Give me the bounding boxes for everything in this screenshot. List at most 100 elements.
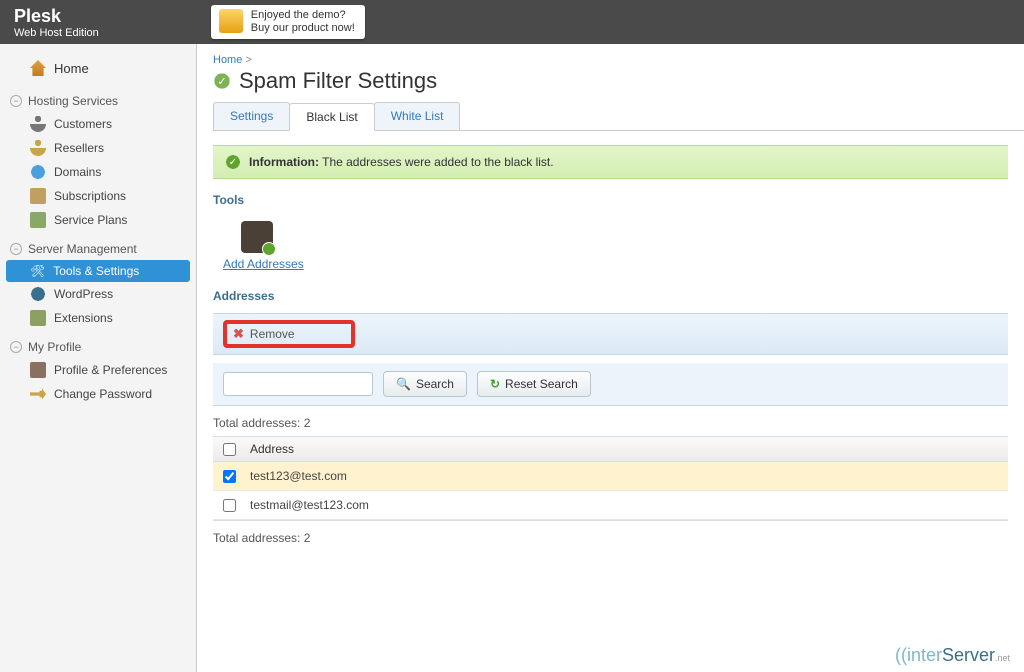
sidebar-item-label: Profile & Preferences [54, 363, 167, 377]
search-btn-label: Search [416, 377, 454, 391]
col-address: Address [250, 442, 294, 456]
check-icon: ✓ [213, 72, 231, 90]
sidebar-item-change-password[interactable]: Change Password [0, 382, 196, 406]
section-label: Server Management [28, 242, 137, 256]
extensions-icon [30, 310, 46, 326]
cart-icon [219, 9, 243, 33]
search-icon: 🔍 [396, 377, 411, 391]
sidebar-item-label: Customers [54, 117, 112, 131]
footer-brand: ((interServer.net [895, 645, 1010, 666]
info-bar: ✓ Information: The addresses were added … [213, 145, 1008, 179]
sidebar: Home − Hosting Services Customers Resell… [0, 44, 197, 672]
resellers-icon [30, 140, 46, 156]
collapse-icon: − [10, 95, 22, 107]
tab-white-list[interactable]: White List [374, 102, 461, 130]
logo-title: Plesk [14, 6, 99, 27]
info-label: Information: [249, 155, 319, 169]
select-all-checkbox[interactable] [223, 443, 236, 456]
table-header: Address [213, 437, 1008, 462]
sidebar-item-customers[interactable]: Customers [0, 112, 196, 136]
sidebar-item-label: Resellers [54, 141, 104, 155]
sidebar-item-wordpress[interactable]: WordPress [0, 282, 196, 306]
demo-line1: Enjoyed the demo? [251, 9, 355, 22]
sidebar-item-label: Service Plans [54, 213, 127, 227]
sidebar-item-label: Domains [54, 165, 101, 179]
sidebar-item-tools-settings[interactable]: 🛠 Tools & Settings [6, 260, 190, 282]
brand-right: Server [942, 645, 995, 665]
sidebar-item-label: WordPress [54, 287, 113, 301]
sidebar-item-subscriptions[interactable]: Subscriptions [0, 184, 196, 208]
sidebar-item-label: Change Password [54, 387, 152, 401]
total-bottom: Total addresses: 2 [197, 521, 1024, 551]
tab-settings[interactable]: Settings [213, 102, 290, 130]
search-input[interactable] [223, 372, 373, 396]
tools-icon: 🛠 [30, 264, 45, 278]
breadcrumb-home[interactable]: Home [213, 54, 242, 66]
table-row[interactable]: test123@test.com [213, 462, 1008, 491]
table-row[interactable]: testmail@test123.com [213, 491, 1008, 520]
sidebar-item-label: Tools & Settings [53, 264, 139, 278]
wordpress-icon [30, 286, 46, 302]
prefs-icon [30, 362, 46, 378]
sidebar-item-label: Extensions [54, 311, 113, 325]
section-label: Hosting Services [28, 94, 118, 108]
success-icon: ✓ [225, 154, 241, 170]
page-title-row: ✓ Spam Filter Settings [197, 68, 1024, 102]
section-hosting[interactable]: − Hosting Services [0, 90, 196, 112]
remove-highlight: ✖ Remove [223, 320, 355, 348]
clipboard-add-icon [241, 221, 273, 253]
main-content: Home > ✓ Spam Filter Settings Settings B… [197, 44, 1024, 672]
tools-label: Tools [197, 179, 1024, 211]
remove-label: Remove [250, 327, 295, 341]
subscriptions-icon [30, 188, 46, 204]
reset-icon: ↻ [490, 377, 500, 391]
key-icon [30, 386, 46, 402]
demo-promo[interactable]: Enjoyed the demo? Buy our product now! [211, 5, 365, 39]
breadcrumb: Home > [197, 44, 1024, 68]
brand-left: inter [907, 645, 942, 665]
collapse-icon: − [10, 243, 22, 255]
sidebar-item-profile-prefs[interactable]: Profile & Preferences [0, 358, 196, 382]
toolbar-row: ✖ Remove [213, 313, 1008, 355]
page-title: Spam Filter Settings [239, 68, 437, 94]
row-checkbox[interactable] [223, 470, 236, 483]
remove-x-icon: ✖ [233, 326, 244, 342]
logo: Plesk Web Host Edition [14, 6, 99, 39]
sidebar-item-home[interactable]: Home [0, 56, 196, 80]
row-checkbox[interactable] [223, 499, 236, 512]
logo-sub: Web Host Edition [14, 27, 99, 39]
address-table: Address test123@test.com testmail@test12… [213, 436, 1008, 521]
tabs: Settings Black List White List [213, 102, 1024, 131]
add-addresses-link[interactable]: Add Addresses [223, 257, 304, 271]
home-icon [30, 60, 46, 76]
tab-black-list[interactable]: Black List [289, 103, 374, 131]
plans-icon [30, 212, 46, 228]
reset-search-button[interactable]: ↻ Reset Search [477, 371, 591, 397]
domains-icon [30, 164, 46, 180]
tools-box: Add Addresses [197, 211, 1024, 275]
sidebar-item-domains[interactable]: Domains [0, 160, 196, 184]
sidebar-item-service-plans[interactable]: Service Plans [0, 208, 196, 232]
sidebar-item-resellers[interactable]: Resellers [0, 136, 196, 160]
brand-tld: .net [995, 653, 1010, 663]
remove-button[interactable]: ✖ Remove [227, 324, 301, 344]
reset-btn-label: Reset Search [505, 377, 578, 391]
demo-line2: Buy our product now! [251, 22, 355, 35]
search-row: 🔍 Search ↻ Reset Search [213, 363, 1008, 406]
addresses-label: Addresses [197, 275, 1024, 307]
collapse-icon: − [10, 341, 22, 353]
section-label: My Profile [28, 340, 81, 354]
home-label: Home [54, 61, 89, 76]
info-text: The addresses were added to the black li… [322, 155, 553, 169]
search-button[interactable]: 🔍 Search [383, 371, 467, 397]
breadcrumb-sep: > [245, 54, 251, 66]
section-server[interactable]: − Server Management [0, 238, 196, 260]
total-top: Total addresses: 2 [197, 406, 1024, 436]
top-banner: Plesk Web Host Edition Enjoyed the demo?… [0, 0, 1024, 44]
sidebar-item-extensions[interactable]: Extensions [0, 306, 196, 330]
customers-icon [30, 116, 46, 132]
row-address: testmail@test123.com [250, 498, 369, 512]
sidebar-item-label: Subscriptions [54, 189, 126, 203]
section-profile[interactable]: − My Profile [0, 336, 196, 358]
row-address: test123@test.com [250, 469, 347, 483]
